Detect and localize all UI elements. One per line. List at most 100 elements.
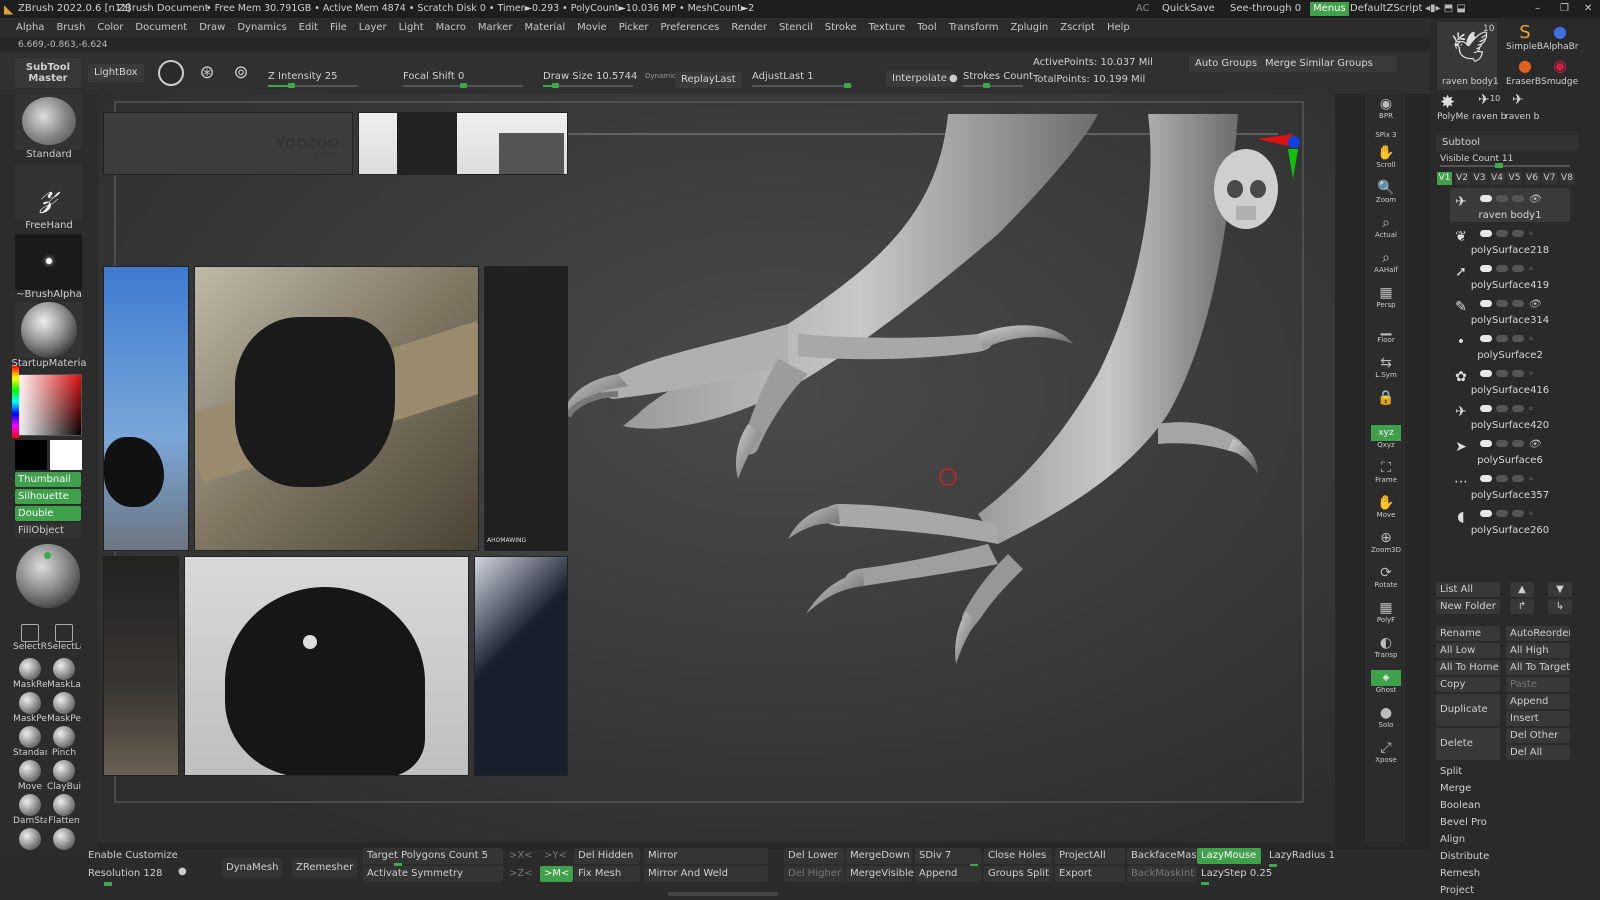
focal-shift-slider[interactable]: Focal Shift 0 <box>403 70 523 88</box>
zremesher-button[interactable]: ZRemesher <box>292 858 358 878</box>
menu-picker[interactable]: Picker <box>619 18 649 37</box>
thumbnail-toggle[interactable]: Thumbnail <box>15 472 81 487</box>
lazystep-slider[interactable]: LazyStep 0.25 <box>1197 866 1276 882</box>
arrow-down-icon[interactable]: ▼ <box>1548 582 1572 597</box>
visibility-toggle-icon[interactable] <box>1480 405 1492 412</box>
brush-maskpe[interactable]: MaskPe <box>47 692 81 724</box>
auto-groups-button[interactable]: Auto Groups <box>1189 56 1264 72</box>
menu-help[interactable]: Help <box>1107 18 1130 37</box>
version-tab-v4[interactable]: V4 <box>1489 172 1505 185</box>
minimize-icon[interactable]: – <box>1535 0 1540 18</box>
polypaint-toggle-icon[interactable] <box>1496 335 1508 342</box>
sym-m-button[interactable]: >M< <box>540 866 574 882</box>
lock-toggle-icon[interactable] <box>1512 195 1524 202</box>
lock-toggle-icon[interactable] <box>1512 405 1524 412</box>
edit-mode-icon[interactable] <box>158 60 184 86</box>
duplicate-button[interactable]: Duplicate <box>1436 694 1500 726</box>
eye-icon[interactable]: 👁 <box>1528 439 1541 450</box>
merge-menu[interactable]: Merge <box>1436 781 1570 796</box>
close-holes-button[interactable]: Close Holes <box>984 848 1052 864</box>
brush-maskla[interactable]: MaskLa <box>47 658 81 690</box>
nav-zoom-icon[interactable]: 🔍 Zoom <box>1371 180 1401 204</box>
backmaskint-slider[interactable]: BackMaskInt <box>1127 866 1197 882</box>
visibility-toggle-icon[interactable] <box>1480 370 1492 377</box>
insert-button[interactable]: Insert <box>1506 711 1570 726</box>
list-all-button[interactable]: List All <box>1436 582 1500 597</box>
copy-button[interactable]: Copy <box>1436 677 1500 692</box>
quicksave-button[interactable]: QuickSave <box>1162 0 1215 18</box>
polypaint-toggle-icon[interactable] <box>1496 265 1508 272</box>
version-tab-v6[interactable]: V6 <box>1524 172 1540 185</box>
interpolate-button[interactable]: Interpolate <box>886 71 953 87</box>
project-menu[interactable]: Project <box>1436 883 1570 898</box>
nav-xyz-icon[interactable]: xyz Qxyz <box>1371 425 1401 449</box>
new-folder-button[interactable]: New Folder <box>1436 599 1500 614</box>
nav-floor-icon[interactable]: ▁ Floor <box>1371 320 1401 344</box>
append-subtool-button[interactable]: Append <box>1506 694 1570 709</box>
version-tab-v5[interactable]: V5 <box>1507 172 1522 185</box>
sym-x-button[interactable]: >X< <box>505 848 537 864</box>
eye-icon[interactable]: ◦ <box>1528 334 1534 345</box>
append-button[interactable]: Append <box>915 866 981 882</box>
menu-draw[interactable]: Draw <box>199 18 225 37</box>
visibility-toggle-icon[interactable] <box>1480 440 1492 447</box>
nav-scroll-icon[interactable]: ✋ Scroll <box>1371 145 1401 169</box>
close-icon[interactable]: ✕ <box>1584 0 1592 18</box>
bottom-scroll-handle[interactable] <box>668 892 778 896</box>
menu-light[interactable]: Light <box>399 18 424 37</box>
raven-b-icon-2[interactable]: ✈ <box>1512 92 1524 108</box>
nav-solo-icon[interactable]: ● Solo <box>1371 705 1401 729</box>
maximize-icon[interactable]: ❐ <box>1560 0 1569 18</box>
visibility-toggle-icon[interactable] <box>1480 335 1492 342</box>
zsub-icon[interactable]: ⊚ <box>228 60 254 86</box>
menu-file[interactable]: File <box>330 18 347 37</box>
subtool-header[interactable]: Subtool <box>1436 135 1578 151</box>
version-tab-v2[interactable]: V2 <box>1454 172 1470 185</box>
fillobject-button[interactable]: FillObject <box>15 523 81 538</box>
fix-mesh-button[interactable]: Fix Mesh <box>574 866 640 882</box>
lock-toggle-icon[interactable] <box>1512 230 1524 237</box>
merge-down-button[interactable]: MergeDown <box>846 848 912 864</box>
material-tile[interactable] <box>15 302 82 358</box>
layout-icons[interactable]: ◂▮▸ ⬒ ⬓ <box>1425 0 1466 18</box>
color-picker[interactable] <box>15 374 82 436</box>
nav-move-icon[interactable]: ✋ Move <box>1371 495 1401 519</box>
nav-xpose-icon[interactable]: ⤢ Xpose <box>1371 740 1401 764</box>
del-lower-button[interactable]: Del Lower <box>784 848 844 864</box>
subtool-row[interactable]: ➤ 👁 polySurface6 <box>1450 433 1570 467</box>
default-zscript-button[interactable]: DefaultZScript <box>1350 0 1422 18</box>
all-low-button[interactable]: All Low <box>1436 643 1500 658</box>
sym-z-button[interactable]: >Z< <box>505 866 537 882</box>
nav-transp-icon[interactable]: ◐ Transp <box>1371 635 1401 659</box>
version-tab-v3[interactable]: V3 <box>1472 172 1487 185</box>
lock-toggle-icon[interactable] <box>1512 510 1524 517</box>
navigation-sphere[interactable] <box>16 544 80 608</box>
sdiv-slider[interactable]: SDiv 7 <box>915 848 981 864</box>
nav-persp-icon[interactable]: ▦ Persp <box>1371 285 1401 309</box>
eye-icon[interactable]: ◦ <box>1528 404 1534 415</box>
nav-frame-icon[interactable]: ⛶ Frame <box>1371 460 1401 484</box>
del-hidden-button[interactable]: Del Hidden <box>574 848 640 864</box>
lazyradius-slider[interactable]: LazyRadius 1 <box>1265 848 1339 864</box>
del-other-button[interactable]: Del Other <box>1506 728 1570 743</box>
nav-polyf-icon[interactable]: ▦ PolyF <box>1371 600 1401 624</box>
menu-preferences[interactable]: Preferences <box>661 18 720 37</box>
delete-button[interactable]: Delete <box>1436 728 1500 760</box>
paste-button[interactable]: Paste <box>1506 677 1570 692</box>
subtool-row[interactable]: ✿ ◦ polySurface416 <box>1450 363 1570 397</box>
subtool-controls[interactable]: ◦ <box>1480 334 1568 345</box>
version-tab-v1[interactable]: V1 <box>1437 172 1452 185</box>
secondary-color-swatch[interactable] <box>15 440 47 470</box>
brush-maskpe[interactable]: MaskPe <box>13 692 47 724</box>
lock-toggle-icon[interactable] <box>1512 475 1524 482</box>
draw-size-slider[interactable]: Draw Size 10.5744 <box>543 70 637 88</box>
eye-icon[interactable]: 👁 <box>1528 299 1541 310</box>
subtool-controls[interactable]: 👁 <box>1480 299 1568 310</box>
sym-y-button[interactable]: >Y< <box>540 848 571 864</box>
subtool-master-button[interactable]: SubTool Master <box>15 58 81 88</box>
eye-icon[interactable]: ◦ <box>1528 509 1534 520</box>
version-tab-v7[interactable]: V7 <box>1542 172 1557 185</box>
version-tab-v8[interactable]: V8 <box>1559 172 1575 185</box>
ac-button[interactable]: AC <box>1136 0 1150 18</box>
menu-edit[interactable]: Edit <box>299 18 318 37</box>
